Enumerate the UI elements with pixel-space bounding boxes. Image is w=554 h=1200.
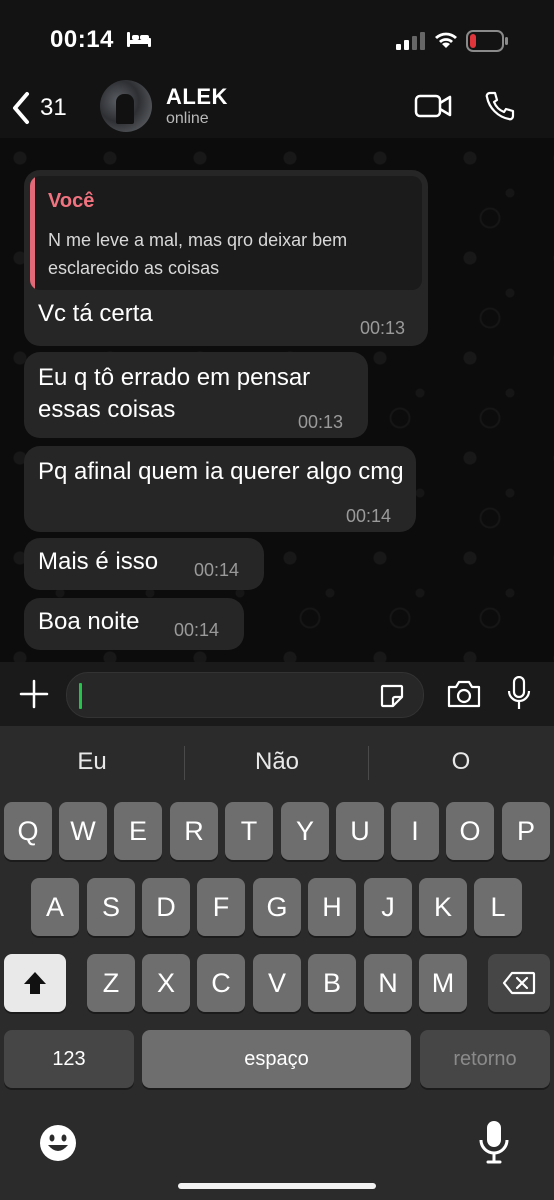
video-camera-icon[interactable] xyxy=(414,92,452,120)
quoted-text: N me leve a mal, mas qro deixar bem escl… xyxy=(48,230,348,278)
camera-icon[interactable] xyxy=(446,680,482,708)
status-bar: 00:14 xyxy=(0,0,554,80)
key-h[interactable]: H xyxy=(308,878,356,936)
message-time: 00:14 xyxy=(194,560,240,580)
quote-accent-bar xyxy=(30,176,35,290)
key-n[interactable]: N xyxy=(364,954,412,1012)
key-d[interactable]: D xyxy=(142,878,190,936)
key-l[interactable]: L xyxy=(474,878,522,936)
message-text: Boa noite xyxy=(38,608,140,635)
key-p[interactable]: P xyxy=(502,802,550,860)
delete-key[interactable] xyxy=(488,954,550,1012)
key-t[interactable]: T xyxy=(225,802,273,860)
quoted-author: Você xyxy=(48,190,95,212)
message-time: 00:13 xyxy=(298,412,344,432)
signal-icon xyxy=(396,32,425,50)
key-m[interactable]: M xyxy=(419,954,467,1012)
keyboard: Eu Não O Q W E R T Y U I O P A S D F G H… xyxy=(0,726,554,1200)
key-g[interactable]: G xyxy=(253,878,301,936)
message-bubble[interactable]: Você N me leve a mal, mas qro deixar bem… xyxy=(24,170,428,346)
suggestion-2[interactable]: Não xyxy=(185,748,369,776)
message-time: 00:14 xyxy=(346,506,392,526)
status-time: 00:14 xyxy=(50,26,114,53)
key-s[interactable]: S xyxy=(87,878,135,936)
key-e[interactable]: E xyxy=(114,802,162,860)
key-x[interactable]: X xyxy=(142,954,190,1012)
home-indicator[interactable] xyxy=(178,1183,376,1189)
numbers-key[interactable]: 123 xyxy=(4,1030,134,1088)
microphone-icon[interactable] xyxy=(478,1120,510,1164)
sticker-icon[interactable] xyxy=(379,683,405,709)
message-time: 00:14 xyxy=(174,620,220,640)
key-a[interactable]: A xyxy=(31,878,79,936)
key-b[interactable]: B xyxy=(308,954,356,1012)
message-text: Vc tá certa xyxy=(38,300,153,327)
phone-icon[interactable] xyxy=(484,90,516,122)
chat-area[interactable]: Você N me leve a mal, mas qro deixar bem… xyxy=(0,138,554,662)
wifi-icon xyxy=(435,32,457,48)
key-o[interactable]: O xyxy=(446,802,494,860)
key-r[interactable]: R xyxy=(170,802,218,860)
battery-icon xyxy=(466,30,508,52)
key-f[interactable]: F xyxy=(197,878,245,936)
message-bubble[interactable]: Mais é isso 00:14 xyxy=(24,538,264,590)
bed-icon xyxy=(127,32,151,47)
key-u[interactable]: U xyxy=(336,802,384,860)
suggestion-3[interactable]: O xyxy=(369,748,553,776)
message-text: Mais é isso xyxy=(38,548,159,575)
shift-icon xyxy=(24,972,46,994)
message-text: Pq afinal quem ia querer algo cmg xyxy=(38,458,404,485)
backspace-icon xyxy=(502,971,536,995)
key-y[interactable]: Y xyxy=(281,802,329,860)
key-v[interactable]: V xyxy=(253,954,301,1012)
avatar[interactable] xyxy=(100,80,152,132)
microphone-icon[interactable] xyxy=(506,676,532,710)
text-caret xyxy=(79,683,82,709)
key-q[interactable]: Q xyxy=(4,802,52,860)
plus-icon[interactable] xyxy=(18,678,50,710)
message-bubble[interactable]: Eu q tô errado em pensar essas coisas 00… xyxy=(24,352,368,438)
key-i[interactable]: I xyxy=(391,802,439,860)
key-w[interactable]: W xyxy=(59,802,107,860)
quoted-message[interactable]: Você N me leve a mal, mas qro deixar bem… xyxy=(30,176,422,290)
key-z[interactable]: Z xyxy=(87,954,135,1012)
composer-bar xyxy=(0,662,554,726)
message-bubble[interactable]: Boa noite 00:14 xyxy=(24,598,244,650)
suggestion-1[interactable]: Eu xyxy=(0,748,184,776)
chevron-left-icon xyxy=(13,92,29,124)
key-k[interactable]: K xyxy=(419,878,467,936)
unread-count: 31 xyxy=(40,94,67,121)
back-button[interactable]: 31 xyxy=(10,84,67,132)
message-time: 00:13 xyxy=(360,318,406,338)
emoji-icon[interactable] xyxy=(38,1123,78,1163)
contact-name[interactable]: ALEK xyxy=(166,84,228,110)
shift-key[interactable] xyxy=(4,954,66,1012)
key-c[interactable]: C xyxy=(197,954,245,1012)
return-key[interactable]: retorno xyxy=(420,1030,550,1088)
chat-header: 31 ALEK online xyxy=(0,80,554,138)
message-input[interactable] xyxy=(66,672,424,718)
key-j[interactable]: J xyxy=(364,878,412,936)
space-key[interactable]: espaço xyxy=(142,1030,411,1088)
contact-status: online xyxy=(166,110,209,127)
message-bubble[interactable]: Pq afinal quem ia querer algo cmg 00:14 xyxy=(24,446,416,532)
